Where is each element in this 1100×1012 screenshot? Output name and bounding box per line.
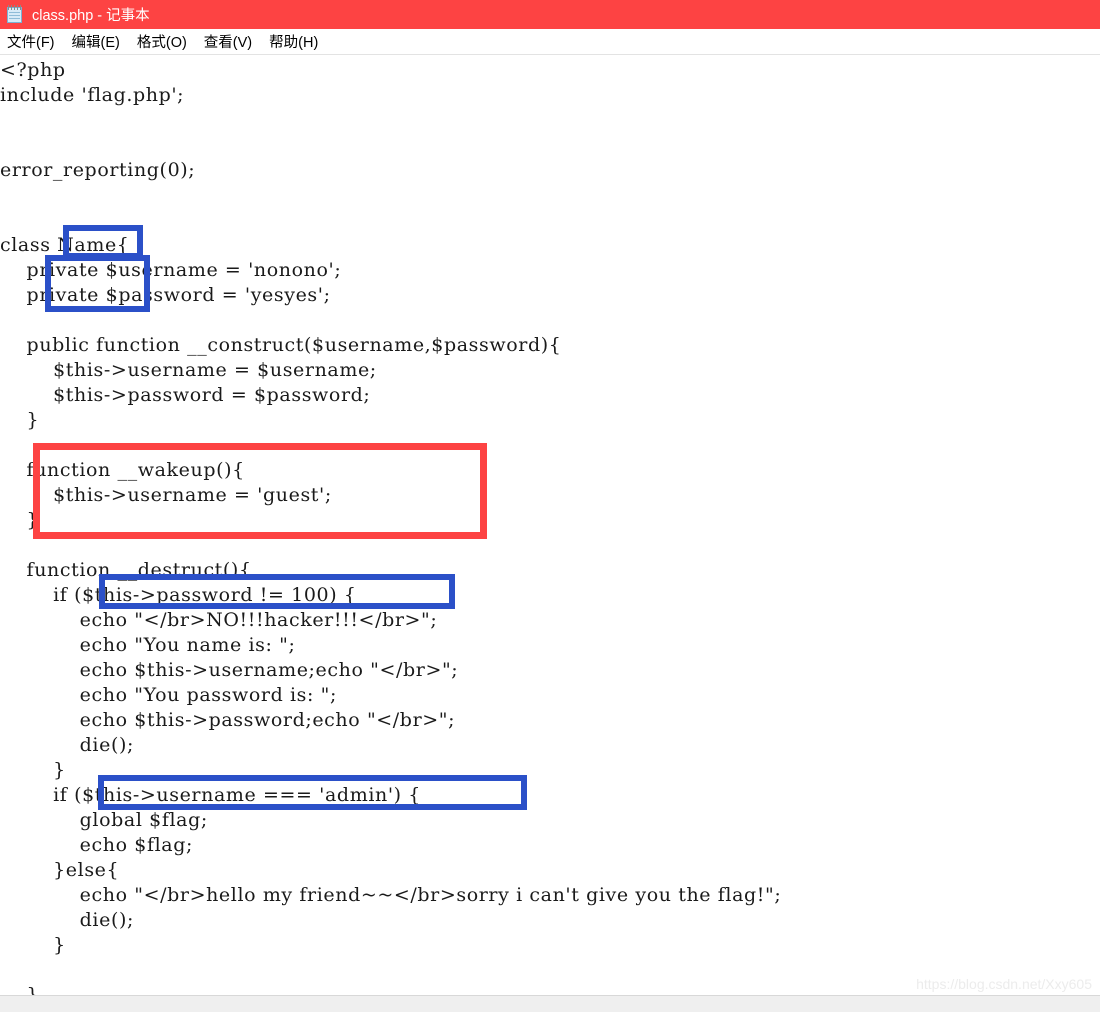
- menu-item-format[interactable]: 格式(O): [137, 31, 187, 52]
- menu-item-help[interactable]: 帮助(H): [269, 31, 318, 52]
- menu-item-view[interactable]: 查看(V): [204, 31, 252, 52]
- window-titlebar[interactable]: class.php - 记事本: [0, 0, 1100, 29]
- notepad-icon: [6, 5, 24, 24]
- watermark: https://blog.csdn.net/Xxy605: [916, 976, 1092, 992]
- editor-content[interactable]: <?php include 'flag.php'; error_reportin…: [0, 58, 781, 995]
- menu-item-file[interactable]: 文件(F): [7, 31, 55, 52]
- text-editor-area[interactable]: <?php include 'flag.php'; error_reportin…: [0, 56, 1100, 995]
- menu-item-edit[interactable]: 编辑(E): [72, 31, 120, 52]
- menubar: 文件(F) 编辑(E) 格式(O) 查看(V) 帮助(H): [0, 29, 1100, 55]
- window-title: class.php - 记事本: [32, 8, 150, 24]
- status-bar: [0, 995, 1100, 1012]
